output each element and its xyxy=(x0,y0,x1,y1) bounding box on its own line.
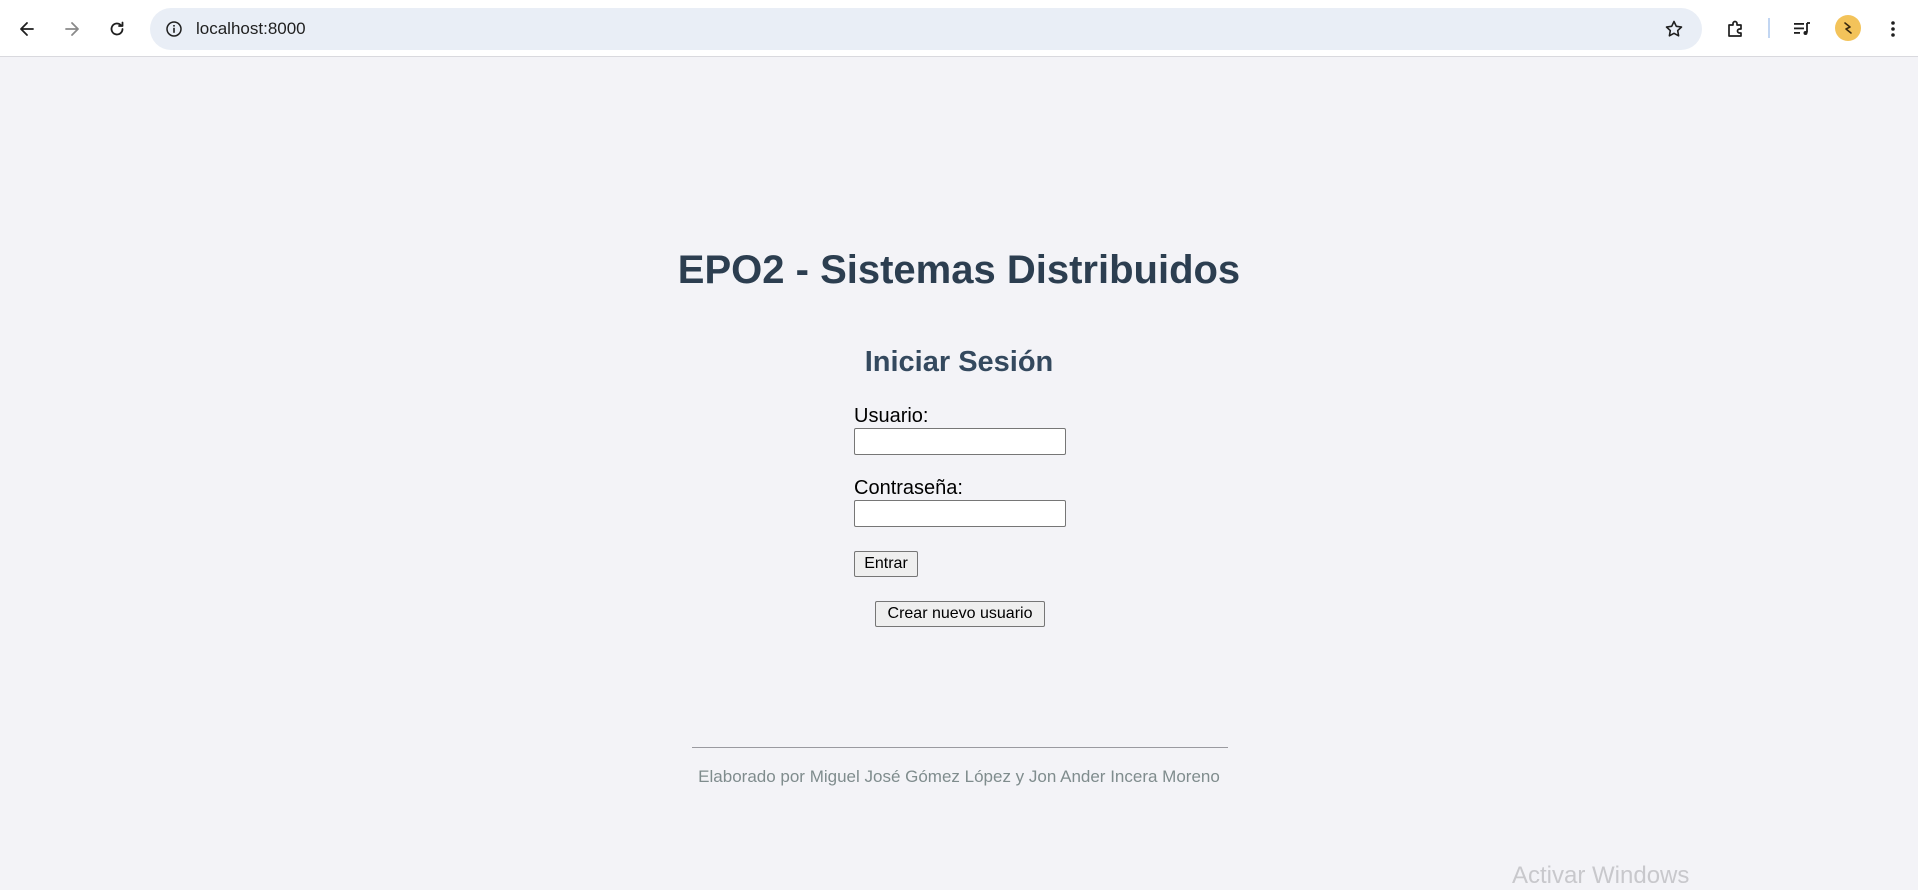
media-queue-icon[interactable] xyxy=(1784,11,1820,47)
activation-watermark: Activar Windows xyxy=(1512,862,1690,889)
page-content: EPO2 - Sistemas Distribuidos Iniciar Ses… xyxy=(0,57,1918,889)
toolbar-divider xyxy=(1768,18,1770,38)
login-heading: Iniciar Sesión xyxy=(864,346,1054,378)
profile-avatar-icon[interactable] xyxy=(1835,15,1861,41)
site-info-icon[interactable] xyxy=(158,13,190,45)
footer-credits: Elaborado por Miguel José Gómez López y … xyxy=(698,767,1220,786)
back-arrow-icon[interactable] xyxy=(9,11,45,47)
kebab-menu-icon[interactable] xyxy=(1875,11,1911,47)
page-title: EPO2 - Sistemas Distribuidos xyxy=(677,248,1241,292)
reload-icon[interactable] xyxy=(99,11,135,47)
password-input[interactable] xyxy=(854,500,1066,527)
login-form: Usuario: Contraseña: xyxy=(854,405,1114,527)
username-label: Usuario: xyxy=(854,405,929,427)
extensions-puzzle-icon[interactable] xyxy=(1718,11,1754,47)
password-label: Contraseña: xyxy=(854,477,963,499)
forward-arrow-icon[interactable] xyxy=(54,11,90,47)
url-text[interactable]: localhost:8000 xyxy=(196,19,306,39)
enter-button[interactable]: Entrar xyxy=(854,551,918,577)
bookmark-star-icon[interactable] xyxy=(1660,15,1688,43)
address-bar[interactable]: localhost:8000 xyxy=(150,8,1702,50)
footer-divider xyxy=(692,747,1228,748)
browser-toolbar: localhost:8000 xyxy=(0,0,1918,57)
create-user-button[interactable]: Crear nuevo usuario xyxy=(875,601,1045,627)
username-input[interactable] xyxy=(854,428,1066,455)
